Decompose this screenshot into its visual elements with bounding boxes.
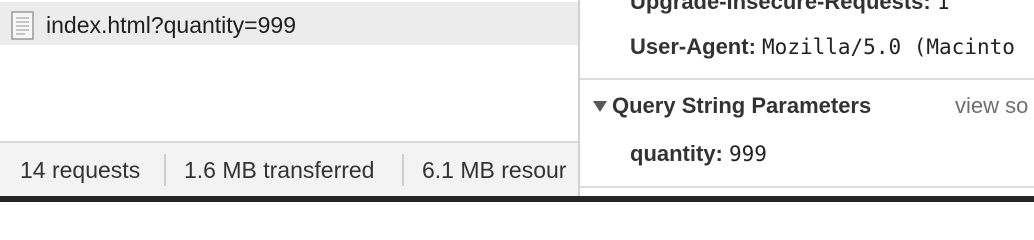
section-divider [580,186,1034,188]
header-value: 1 [936,0,950,14]
header-upgrade-insecure-requests: Upgrade-Insecure-Requests: 1 [630,0,950,16]
request-count: 14 requests [20,157,141,183]
transferred-size: 1.6 MB transferred [184,157,375,183]
triangle-down-icon[interactable] [593,101,607,112]
header-value: Mozilla/5.0 (Macinto [762,35,1015,59]
section-divider [580,78,1034,80]
request-list-pane: index.html?quantity=999 14 requests 1.6 … [0,0,578,196]
header-key: User-Agent: [630,34,756,59]
status-separator [164,154,166,186]
header-key: Upgrade-Insecure-Requests: [630,0,931,14]
query-string-section-title[interactable]: Query String Parameters [612,92,871,120]
document-icon [11,11,34,40]
query-param-quantity: quantity: 999 [630,140,767,168]
request-row-selected[interactable]: index.html?quantity=999 [0,2,578,45]
request-details-pane: Upgrade-Insecure-Requests: 1 User-Agent:… [580,0,1034,196]
request-name[interactable]: index.html?quantity=999 [46,11,296,39]
param-key: quantity: [630,141,723,166]
view-source-link[interactable]: view so [955,92,1028,120]
bottom-edge [0,196,1034,202]
status-separator [402,154,404,186]
param-value: 999 [729,142,767,166]
resources-size: 6.1 MB resour [422,157,567,183]
devtools-network-panel: index.html?quantity=999 14 requests 1.6 … [0,0,1034,202]
header-user-agent: User-Agent: Mozilla/5.0 (Macinto [630,33,1015,61]
network-status-bar: 14 requests 1.6 MB transferred 6.1 MB re… [0,141,578,196]
